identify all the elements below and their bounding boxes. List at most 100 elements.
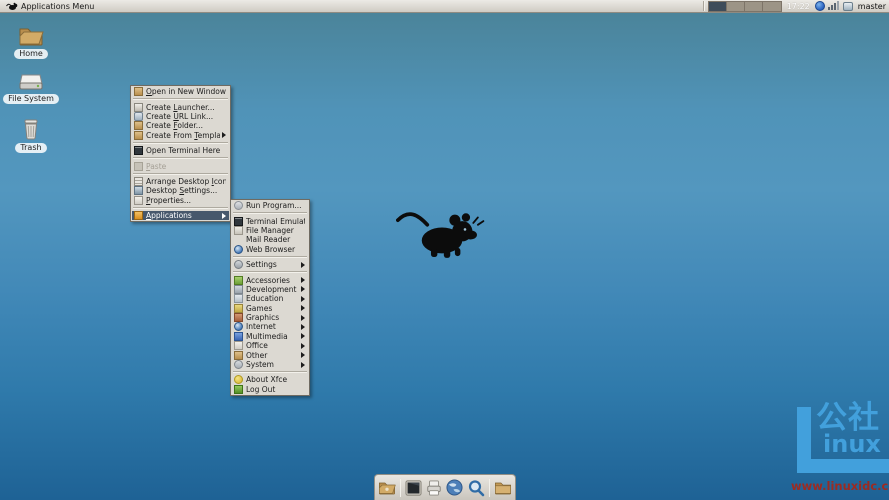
username-label: master [857, 1, 886, 11]
clock[interactable]: 17:22 [787, 2, 810, 11]
education-icon [234, 294, 243, 304]
home-directory-launcher[interactable] [378, 478, 396, 497]
applications-menu-button[interactable]: Applications Menu [3, 0, 97, 12]
submenu-arrow-icon [301, 323, 305, 330]
menu-separator [133, 172, 228, 175]
desktop-icon-trash[interactable]: Trash [0, 119, 62, 153]
submenu-arrow-icon [301, 295, 305, 302]
menu-item-label: Multimedia [246, 331, 288, 341]
home-folder-icon [19, 28, 44, 46]
terminal-launcher[interactable] [405, 478, 422, 497]
application-finder-launcher[interactable] [467, 478, 485, 497]
menu-item-desktop-settings[interactable]: Desktop Settings... [132, 186, 229, 196]
menu-item-label: Internet [246, 322, 276, 332]
submenu-arrow-icon [222, 212, 226, 219]
workspace-4[interactable] [762, 1, 781, 11]
menu-item-terminal-emulator[interactable]: Terminal Emulator [232, 216, 308, 226]
menu-item-log-out[interactable]: Log Out [232, 384, 308, 394]
system-icon [234, 360, 243, 370]
menu-item-internet[interactable]: Internet [232, 322, 308, 332]
menu-item-games[interactable]: Games [232, 303, 308, 313]
desktop[interactable]: Applications Menu 17:22 master Home File… [0, 0, 889, 500]
menu-item-open-in-new-window[interactable]: Open in New Window [132, 87, 229, 97]
menu-item-properties[interactable]: Properties... [132, 195, 229, 205]
applications-icon [134, 211, 143, 221]
workspace-2[interactable] [726, 1, 745, 11]
submenu-arrow-icon [301, 342, 305, 349]
menu-item-label: Accessories [246, 275, 290, 285]
submenu-arrow-icon [301, 286, 305, 293]
watermark-letter-L-base [797, 459, 889, 473]
menu-item-multimedia[interactable]: Multimedia [232, 331, 308, 341]
menu-item-create-folder[interactable]: Create Folder... [132, 121, 229, 131]
panel-right-area: 17:22 master [702, 0, 886, 12]
create-url-link-icon [134, 111, 143, 121]
menu-item-open-terminal-here[interactable]: Open Terminal Here [132, 146, 229, 156]
menu-separator [133, 98, 228, 101]
menu-separator [133, 141, 228, 144]
desktop-icon-file-system[interactable]: File System [0, 73, 62, 104]
watermark: 公社 inux www.linuxidc.com [790, 400, 889, 498]
games-icon [234, 303, 243, 313]
panel-separator [702, 1, 705, 11]
folder-icon [495, 482, 511, 495]
menu-item-accessories[interactable]: Accessories [232, 275, 308, 285]
menu-item-office[interactable]: Office [232, 341, 308, 351]
submenu-arrow-icon [222, 132, 226, 139]
menu-item-create-from-template[interactable]: Create From Template [132, 130, 229, 140]
terminal-icon [405, 479, 422, 496]
menu-item-graphics[interactable]: Graphics [232, 313, 308, 323]
workspace-switcher[interactable] [707, 0, 782, 12]
open-window-icon [134, 87, 143, 97]
menu-item-system[interactable]: System [232, 360, 308, 370]
menu-separator [133, 157, 228, 160]
folder-launcher[interactable] [494, 478, 512, 497]
web-browser-launcher[interactable] [446, 478, 463, 497]
watermark-latin-text: inux [823, 430, 881, 458]
menu-item-education[interactable]: Education [232, 294, 308, 304]
top-panel: Applications Menu 17:22 master [0, 0, 889, 13]
globe-icon [446, 479, 463, 496]
menu-item-settings[interactable]: Settings [232, 260, 308, 270]
menu-item-development[interactable]: Development [232, 284, 308, 294]
network-tray-icon[interactable] [814, 1, 825, 11]
xfce-mouse-icon [6, 2, 18, 10]
menu-item-web-browser[interactable]: Web Browser [232, 244, 308, 254]
submenu-arrow-icon [301, 314, 305, 321]
menu-item-label: System [246, 360, 274, 370]
menu-item-file-manager[interactable]: File Manager [232, 225, 308, 235]
trash-can-icon [24, 119, 38, 140]
menu-item-label: Web Browser [246, 244, 296, 254]
office-icon [234, 341, 243, 351]
menu-item-paste[interactable]: Paste [132, 161, 229, 171]
create-launcher-icon [134, 102, 143, 112]
menu-item-other[interactable]: Other [232, 350, 308, 360]
menu-item-arrange-desktop-icons[interactable]: Arrange Desktop Icons [132, 176, 229, 186]
menu-item-label: Terminal Emulator [246, 216, 305, 226]
menu-item-about-xfce[interactable]: About Xfce [232, 375, 308, 385]
workspace-3[interactable] [744, 1, 763, 11]
desktop-icon-home[interactable]: Home [0, 25, 62, 59]
accessories-icon [234, 275, 243, 285]
terminal-icon [134, 146, 143, 156]
tray-status-icon[interactable] [842, 1, 853, 11]
signal-strength-icon[interactable] [827, 1, 840, 11]
menu-item-label: Office [246, 341, 268, 351]
home-directory-icon [379, 482, 396, 495]
menu-item-run-program[interactable]: Run Program... [232, 201, 308, 211]
menu-item-mail-reader[interactable]: Mail Reader [232, 235, 308, 244]
menu-item-applications[interactable]: Applications [132, 210, 229, 221]
menu-item-label: Desktop Settings... [146, 186, 218, 196]
menu-item-create-launcher[interactable]: Create Launcher... [132, 102, 229, 112]
menu-item-label: About Xfce [246, 375, 288, 385]
menu-separator [133, 206, 228, 209]
desktop-icon-label: Home [14, 49, 48, 59]
menu-item-create-url-link[interactable]: Create URL Link... [132, 111, 229, 121]
log-out-icon [234, 384, 243, 394]
submenu-arrow-icon [301, 333, 305, 340]
arrange-icons-icon [134, 176, 143, 186]
print-files-launcher[interactable] [426, 478, 442, 497]
desktop-settings-icon [134, 186, 143, 196]
workspace-1[interactable] [708, 1, 727, 11]
about-xfce-icon [234, 375, 243, 385]
